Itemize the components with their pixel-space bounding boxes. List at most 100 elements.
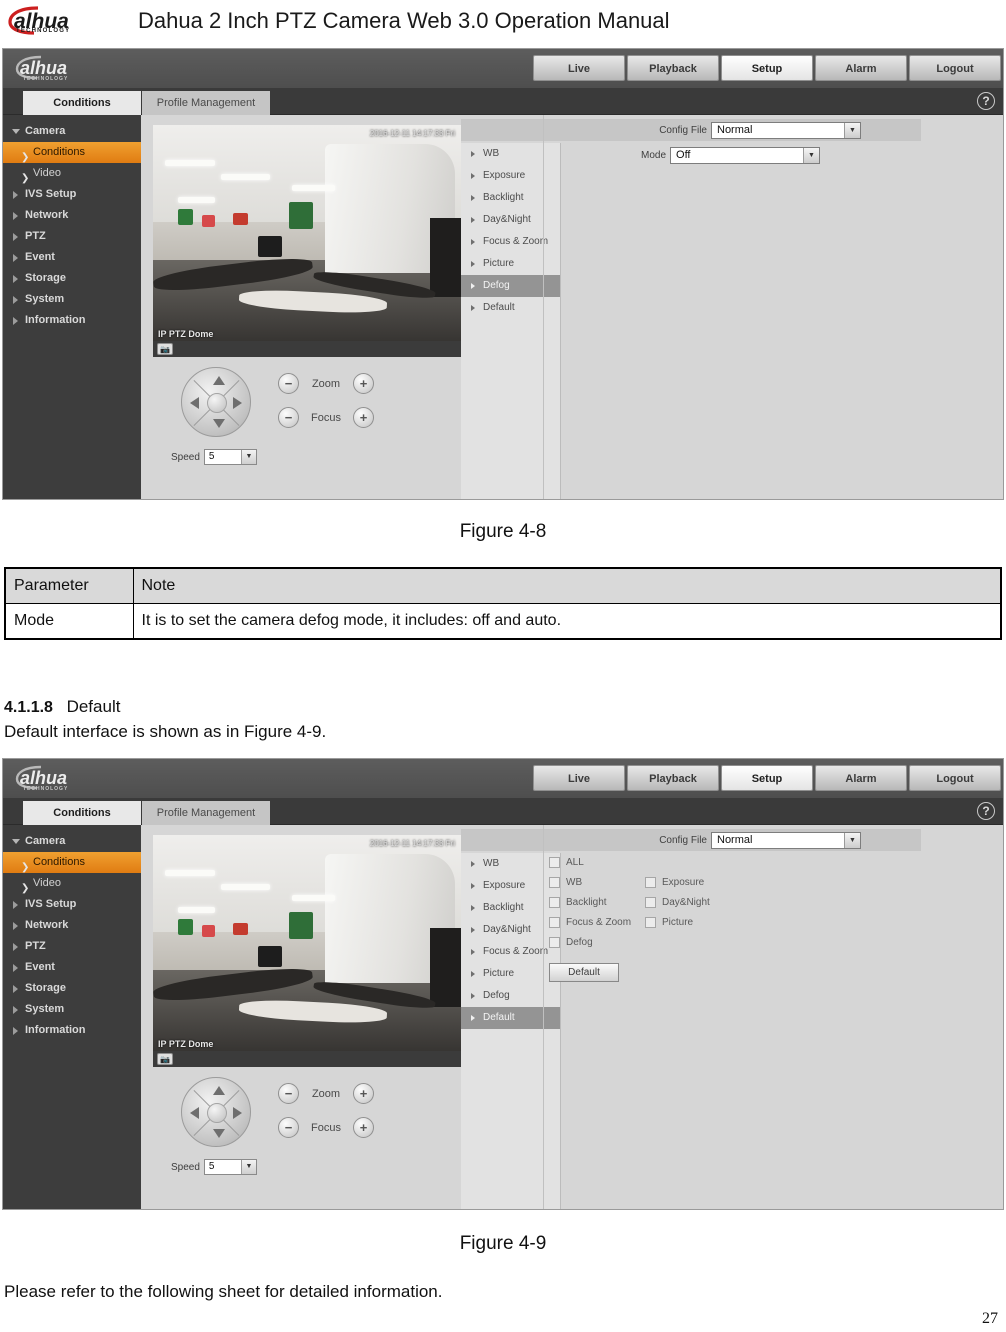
checkbox-exposure[interactable] (645, 877, 656, 888)
tab-profile-management-2[interactable]: Profile Management (142, 801, 270, 825)
submenu-item-backlight-2[interactable]: Backlight (461, 897, 560, 919)
checkbox-picture[interactable] (645, 917, 656, 928)
ptz-up-arrow-icon-1[interactable] (213, 376, 225, 385)
zoom-plus-button-1[interactable]: + (353, 373, 374, 394)
checkbox-all[interactable] (549, 857, 560, 868)
checkbox-daynight-row[interactable]: Day&Night (645, 897, 710, 908)
sidebar-item-system-2[interactable]: System (3, 999, 141, 1020)
sidebar-item-conditions-1[interactable]: ❯ Conditions (3, 142, 141, 163)
chevron-down-icon-speed-1[interactable]: ▼ (240, 450, 256, 464)
ptz-left-arrow-icon-1[interactable] (190, 397, 199, 409)
submenu-item-default-1[interactable]: Default (461, 297, 560, 319)
snapshot-icon-2[interactable]: 📷 (157, 1053, 173, 1065)
speed-select-2[interactable]: 5 ▼ (203, 1159, 257, 1175)
nav-setup-1[interactable]: Setup (721, 55, 813, 81)
nav-alarm-2[interactable]: Alarm (815, 765, 907, 791)
submenu-item-default-2[interactable]: Default (461, 1007, 560, 1029)
submenu-item-backlight-1[interactable]: Backlight (461, 187, 560, 209)
nav-logout-2[interactable]: Logout (909, 765, 1001, 791)
focus-minus-button-1[interactable]: − (278, 407, 299, 428)
mode-select-1[interactable]: Off ▼ (670, 147, 821, 164)
nav-alarm-1[interactable]: Alarm (815, 55, 907, 81)
sidebar-item-system-1[interactable]: System (3, 289, 141, 310)
chevron-down-icon-configfile-2[interactable]: ▼ (844, 832, 860, 848)
sidebar-item-event-2[interactable]: Event (3, 957, 141, 978)
checkbox-daynight[interactable] (645, 897, 656, 908)
submenu-item-wb-1[interactable]: WB (461, 143, 560, 165)
zoom-minus-button-2[interactable]: − (278, 1083, 299, 1104)
chevron-down-icon-mode-1[interactable]: ▼ (803, 148, 820, 163)
checkbox-defog[interactable] (549, 937, 560, 948)
ptz-right-arrow-icon-2[interactable] (233, 1107, 242, 1119)
checkbox-focus-zoom[interactable] (549, 917, 560, 928)
sidebar-item-camera-2[interactable]: Camera (3, 831, 141, 852)
nav-playback-2[interactable]: Playback (627, 765, 719, 791)
sidebar-item-network-2[interactable]: Network (3, 915, 141, 936)
video-preview-2[interactable]: 2016-12-11 14:17:33 Fri IP PTZ Dome 📷 (153, 835, 461, 1067)
video-preview-1[interactable]: 2016-12-11 14:17:33 Fri IP PTZ Dome 📷 (153, 125, 461, 357)
nav-playback-1[interactable]: Playback (627, 55, 719, 81)
sidebar-item-ptz-1[interactable]: PTZ (3, 226, 141, 247)
checkbox-focus-zoom-row[interactable]: Focus & Zoom (549, 917, 631, 928)
focus-minus-button-2[interactable]: − (278, 1117, 299, 1138)
tab-profile-management-1[interactable]: Profile Management (142, 91, 270, 115)
sidebar-item-storage-2[interactable]: Storage (3, 978, 141, 999)
default-button[interactable]: Default (549, 963, 619, 982)
nav-live-1[interactable]: Live (533, 55, 625, 81)
checkbox-defog-row[interactable]: Defog (549, 937, 593, 948)
ptz-dpad-2[interactable] (181, 1077, 251, 1147)
tab-conditions-2[interactable]: Conditions (23, 801, 141, 825)
submenu-item-picture-1[interactable]: Picture (461, 253, 560, 275)
checkbox-backlight-row[interactable]: Backlight (549, 897, 607, 908)
submenu-item-defog-1[interactable]: Defog (461, 275, 560, 297)
focus-plus-button-1[interactable]: + (353, 407, 374, 428)
snapshot-icon-1[interactable]: 📷 (157, 343, 173, 355)
sidebar-item-ivs-setup-1[interactable]: IVS Setup (3, 184, 141, 205)
zoom-plus-button-2[interactable]: + (353, 1083, 374, 1104)
nav-live-2[interactable]: Live (533, 765, 625, 791)
submenu-item-defog-2[interactable]: Defog (461, 985, 560, 1007)
sidebar-item-conditions-2[interactable]: ❯ Conditions (3, 852, 141, 873)
checkbox-exposure-row[interactable]: Exposure (645, 877, 704, 888)
submenu-item-wb-2[interactable]: WB (461, 853, 560, 875)
nav-logout-1[interactable]: Logout (909, 55, 1001, 81)
ptz-right-arrow-icon-1[interactable] (233, 397, 242, 409)
sidebar-item-information-2[interactable]: Information (3, 1020, 141, 1041)
ptz-up-arrow-icon-2[interactable] (213, 1086, 225, 1095)
ptz-center-hub-1[interactable] (207, 393, 227, 413)
submenu-item-exposure-1[interactable]: Exposure (461, 165, 560, 187)
ptz-left-arrow-icon-2[interactable] (190, 1107, 199, 1119)
checkbox-all-row[interactable]: ALL (549, 857, 584, 868)
config-file-select-2[interactable]: Normal ▼ (711, 831, 861, 849)
zoom-minus-button-1[interactable]: − (278, 373, 299, 394)
help-icon-1[interactable]: ? (977, 92, 995, 110)
submenu-item-exposure-2[interactable]: Exposure (461, 875, 560, 897)
sidebar-item-network-1[interactable]: Network (3, 205, 141, 226)
submenu-item-focus-zoom-1[interactable]: Focus & Zoom (461, 231, 560, 253)
ptz-center-hub-2[interactable] (207, 1103, 227, 1123)
speed-select-1[interactable]: 5 ▼ (203, 449, 257, 465)
ptz-dpad-1[interactable] (181, 367, 251, 437)
focus-plus-button-2[interactable]: + (353, 1117, 374, 1138)
tab-conditions-1[interactable]: Conditions (23, 91, 141, 115)
sidebar-item-video-2[interactable]: ❯ Video (3, 873, 141, 894)
help-icon-2[interactable]: ? (977, 802, 995, 820)
nav-setup-2[interactable]: Setup (721, 765, 813, 791)
config-file-select-1[interactable]: Normal ▼ (711, 121, 861, 139)
checkbox-picture-row[interactable]: Picture (645, 917, 693, 928)
sidebar-item-information-1[interactable]: Information (3, 310, 141, 331)
submenu-item-picture-2[interactable]: Picture (461, 963, 560, 985)
checkbox-wb-row[interactable]: WB (549, 877, 582, 888)
checkbox-backlight[interactable] (549, 897, 560, 908)
submenu-item-focus-zoom-2[interactable]: Focus & Zoom (461, 941, 560, 963)
sidebar-item-ptz-2[interactable]: PTZ (3, 936, 141, 957)
sidebar-item-camera-1[interactable]: Camera (3, 121, 141, 142)
sidebar-item-video-1[interactable]: ❯ Video (3, 163, 141, 184)
checkbox-wb[interactable] (549, 877, 560, 888)
sidebar-item-ivs-setup-2[interactable]: IVS Setup (3, 894, 141, 915)
ptz-down-arrow-icon-1[interactable] (213, 419, 225, 428)
ptz-down-arrow-icon-2[interactable] (213, 1129, 225, 1138)
submenu-item-daynight-2[interactable]: Day&Night (461, 919, 560, 941)
chevron-down-icon-speed-2[interactable]: ▼ (240, 1160, 256, 1174)
chevron-down-icon-configfile-1[interactable]: ▼ (844, 122, 860, 138)
